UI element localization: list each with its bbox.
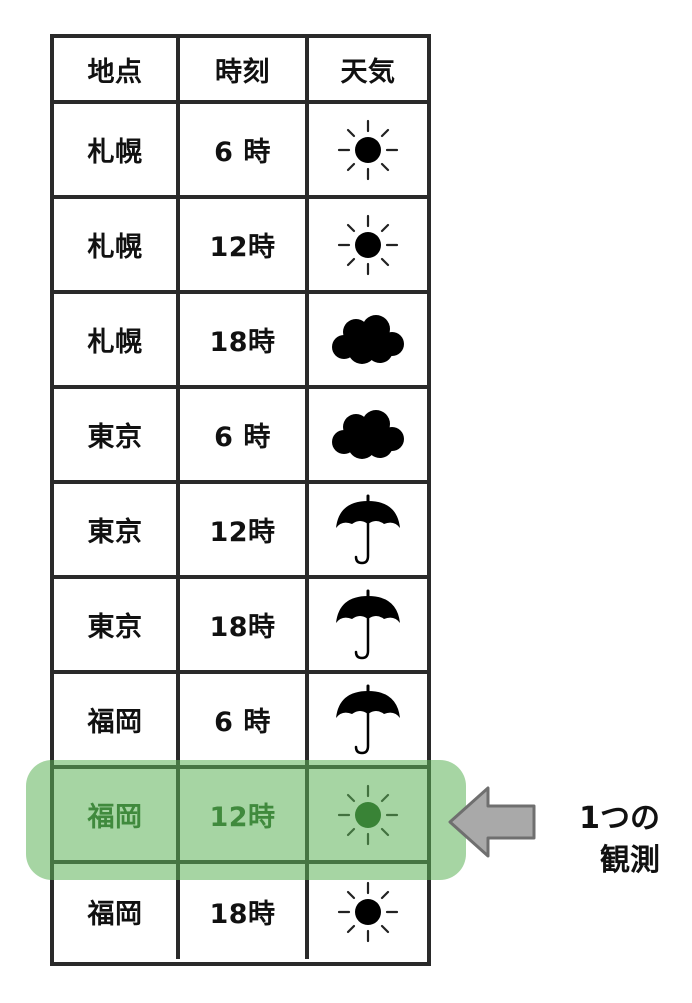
cell-time: 12時 — [180, 199, 309, 290]
table-row-highlighted: 福岡 12時 — [54, 769, 427, 864]
header-location: 地点 — [54, 38, 180, 100]
table-row: 東京 18時 — [54, 579, 427, 674]
sun-icon — [309, 199, 427, 290]
cell-location: 札幌 — [54, 294, 180, 385]
left-arrow-icon — [446, 782, 538, 866]
annotation-line1: 1つの — [579, 801, 660, 836]
cell-location: 東京 — [54, 579, 180, 670]
cell-time: 6 時 — [180, 104, 309, 195]
sun-icon — [309, 769, 427, 860]
umbrella-icon — [309, 579, 427, 670]
table-row: 福岡 18時 — [54, 864, 427, 959]
table-body: 札幌 6 時札幌 12時 札幌 18時 東京 6 時東京 12時 東京 18時 福岡 6 時福岡 12時… — [54, 104, 427, 959]
cell-location: 札幌 — [54, 199, 180, 290]
table-row: 福岡 6 時 — [54, 674, 427, 769]
cell-location: 東京 — [54, 389, 180, 480]
cell-location: 福岡 — [54, 864, 180, 959]
cell-time: 6 時 — [180, 674, 309, 765]
cell-time: 12時 — [180, 484, 309, 575]
cell-time: 6 時 — [180, 389, 309, 480]
cell-time: 18時 — [180, 864, 309, 959]
annotation-label: 1つの 観測 — [540, 798, 660, 882]
table-row: 札幌 12時 — [54, 199, 427, 294]
cell-time: 18時 — [180, 294, 309, 385]
annotation-line2: 観測 — [600, 843, 660, 878]
header-time: 時刻 — [180, 38, 309, 100]
umbrella-icon — [309, 674, 427, 765]
cell-location: 東京 — [54, 484, 180, 575]
table-row: 札幌 18時 — [54, 294, 427, 389]
table-header-row: 地点 時刻 天気 — [54, 38, 427, 104]
cell-location: 札幌 — [54, 104, 180, 195]
header-weather: 天気 — [340, 56, 396, 88]
sun-icon — [309, 864, 427, 959]
sun-icon — [309, 104, 427, 195]
table-row: 東京 6 時 — [54, 389, 427, 484]
umbrella-icon — [309, 484, 427, 575]
cloud-icon — [309, 389, 427, 480]
cloud-icon — [309, 294, 427, 385]
cell-location: 福岡 — [54, 769, 180, 860]
table-row: 札幌 6 時 — [54, 104, 427, 199]
observation-table: 地点 時刻 天気 札幌 6 時札幌 12時 札幌 18時 東京 6 時東京 12時 東京 18時福… — [50, 34, 431, 966]
cell-location: 福岡 — [54, 674, 180, 765]
cell-time: 12時 — [180, 769, 309, 860]
cell-time: 18時 — [180, 579, 309, 670]
table-row: 東京 12時 — [54, 484, 427, 579]
